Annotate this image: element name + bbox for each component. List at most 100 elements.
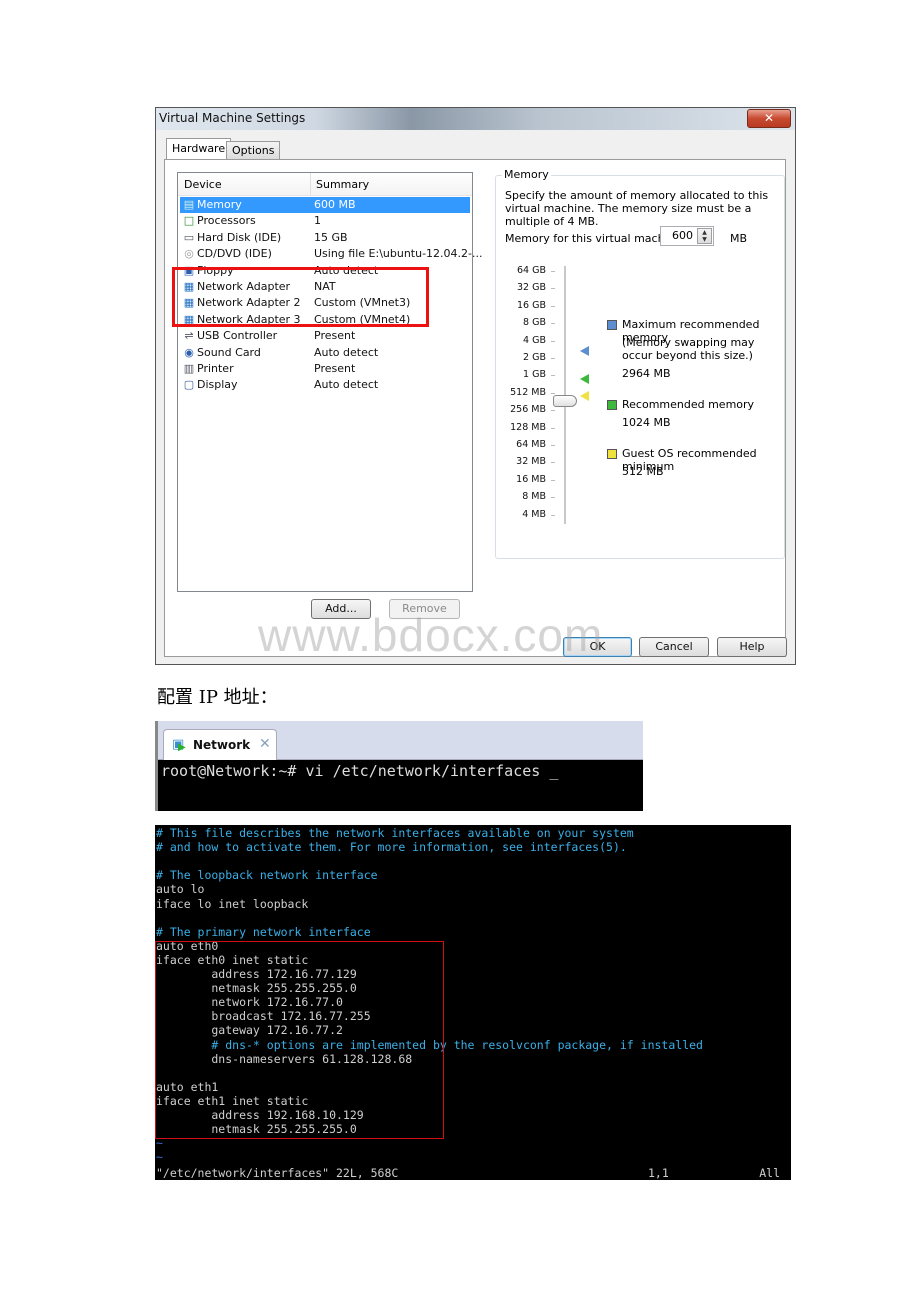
device-name: Processors	[197, 214, 256, 228]
device-row[interactable]: ◉ Sound Card Auto detect	[180, 345, 470, 361]
column-separator[interactable]	[310, 173, 311, 195]
tab-hardware[interactable]: Hardware	[166, 138, 232, 159]
vi-status-file: "/etc/network/interfaces" 22L, 568C	[156, 1166, 399, 1180]
printer-icon: ▥	[183, 362, 195, 375]
device-name: CD/DVD (IDE)	[197, 247, 272, 261]
memory-scale-tick	[551, 427, 555, 429]
memory-scale-tick	[551, 479, 555, 481]
display-icon: ▢	[183, 378, 195, 392]
memory-scale-label: 32 MB	[516, 456, 546, 468]
tab-options[interactable]: Options	[226, 141, 281, 159]
device-summary: 600 MB	[314, 198, 356, 211]
memory-scale-label: 16 MB	[516, 473, 546, 485]
help-button[interactable]: Help	[717, 637, 787, 657]
memory-scale-label: 64 GB	[517, 265, 546, 276]
memory-description: Specify the amount of memory allocated t…	[505, 189, 769, 228]
vm-running-icon: ▣ ▶	[172, 737, 186, 753]
memory-scale-label: 4 MB	[522, 508, 546, 520]
sound-card-icon: ◉	[184, 345, 194, 359]
cancel-button[interactable]: Cancel	[639, 637, 709, 657]
memory-icon: ▤	[183, 198, 195, 211]
device-summary: Auto detect	[314, 378, 379, 392]
memory-scale-tick	[551, 288, 555, 290]
vi-status-line: "/etc/network/interfaces" 22L, 568C 1,1 …	[156, 1166, 788, 1180]
recommended-value: 1024 MB	[622, 416, 671, 429]
spin-up-icon[interactable]: ▲	[702, 229, 707, 236]
column-header-summary[interactable]: Summary	[316, 178, 369, 191]
console-tab-bar: ▣ ▶ Network ✕	[158, 721, 643, 760]
caption-configure-ip: 配置 IP 地址：	[157, 687, 278, 708]
memory-scale-label: 8 GB	[523, 317, 546, 329]
memory-scale-tick	[551, 514, 555, 516]
guest-min-marker-icon	[580, 391, 589, 401]
device-name: Hard Disk (IDE)	[197, 230, 282, 244]
memory-scale-label: 16 GB	[517, 299, 546, 311]
memory-scale-label: 256 MB	[510, 404, 546, 416]
vi-text-line: iface lo inet loopback	[156, 896, 309, 911]
device-summary: 1	[314, 214, 321, 228]
memory-group-label: Memory	[502, 168, 551, 181]
usb-controller-icon: ⇌	[184, 329, 194, 343]
memory-scale-tick	[551, 305, 555, 307]
guest-min-value: 512 MB	[622, 465, 664, 478]
memory-scale-label: 128 MB	[510, 421, 546, 433]
device-name: Memory	[197, 198, 242, 211]
memory-scale-tick	[551, 340, 555, 342]
device-row[interactable]: ▢ Display Auto detect	[180, 377, 470, 393]
memory-slider-thumb[interactable]	[553, 395, 577, 407]
console-tab-network[interactable]: ▣ ▶ Network ✕	[163, 729, 277, 760]
recommended-swatch	[607, 400, 617, 410]
close-button[interactable]: ✕	[747, 109, 791, 128]
memory-scale-tick	[551, 271, 555, 272]
highlight-interface-config	[155, 941, 444, 1139]
hard-disk-icon: ▭	[183, 230, 195, 244]
max-recommended-marker-icon	[580, 346, 589, 356]
memory-scale-tick	[551, 392, 555, 394]
memory-unit: MB	[730, 232, 748, 245]
max-recommended-note: (Memory swapping may occur beyond this s…	[622, 336, 755, 362]
device-summary: Present	[314, 362, 356, 375]
max-recommended-value: 2964 MB	[622, 367, 671, 380]
memory-scale-tick	[551, 323, 555, 325]
memory-scale-label: 8 MB	[522, 491, 546, 503]
vi-text-line: auto lo	[156, 882, 205, 897]
device-list: Device Summary ▤ Memory 600 MB □ Processors 1…	[177, 172, 483, 592]
memory-scale-label: 1 GB	[523, 369, 546, 381]
title-bar[interactable]: Virtual Machine Settings ✕	[156, 108, 795, 130]
device-summary: Present	[314, 329, 356, 343]
max-recommended-swatch	[607, 320, 617, 330]
dialog-title: Virtual Machine Settings	[159, 111, 306, 125]
device-row[interactable]: ▭ Hard Disk (IDE) 15 GB	[180, 230, 470, 246]
vi-empty-marker: ~	[156, 1150, 163, 1165]
column-header-device[interactable]: Device	[184, 178, 222, 191]
spin-down-icon[interactable]: ▼	[702, 236, 707, 243]
device-name: Printer	[197, 362, 234, 375]
device-summary: Auto detect	[314, 345, 379, 359]
console-tab-label: Network	[193, 738, 251, 752]
processor-icon: □	[183, 214, 195, 228]
close-icon: ✕	[763, 111, 775, 125]
device-row[interactable]: ▤ Memory 600 MB	[180, 197, 470, 213]
device-summary: 15 GB	[314, 230, 348, 244]
network-console: ▣ ▶ Network ✕ root@Network:~# vi /etc/net…	[155, 721, 643, 811]
memory-scale-tick	[551, 375, 555, 377]
device-row[interactable]: ◎ CD/DVD (IDE) Using file E:\ubuntu-12.04.…	[180, 246, 482, 262]
highlight-network-adapters	[172, 267, 429, 327]
memory-scale-label: 64 MB	[516, 439, 546, 450]
guest-min-swatch	[607, 449, 617, 459]
memory-scale-label: 32 GB	[517, 282, 546, 294]
close-tab-icon[interactable]: ✕	[259, 736, 271, 752]
memory-spinner[interactable]: ▲ ▼	[697, 228, 712, 244]
device-row[interactable]: ▥ Printer Present	[180, 361, 470, 377]
cd-dvd-icon: ◎	[184, 247, 194, 261]
memory-group: Memory Specify the amount of memory allo…	[495, 168, 785, 559]
vi-comment-line: # This file describes the network interf…	[156, 826, 634, 840]
hardware-panel: Device Summary ▤ Memory 600 MB □ Processors 1…	[164, 159, 786, 657]
vi-comment-line: # and how to activate them. For more inf…	[156, 840, 627, 855]
console-command-line[interactable]: root@Network:~# vi /etc/network/interfac…	[161, 762, 558, 780]
vi-status-scroll: All	[759, 1166, 780, 1180]
memory-scale-label: 4 GB	[523, 334, 546, 346]
device-row[interactable]: ⇌ USB Controller Present	[180, 328, 470, 344]
memory-scale-tick	[551, 358, 555, 359]
device-row[interactable]: □ Processors 1	[180, 213, 470, 229]
